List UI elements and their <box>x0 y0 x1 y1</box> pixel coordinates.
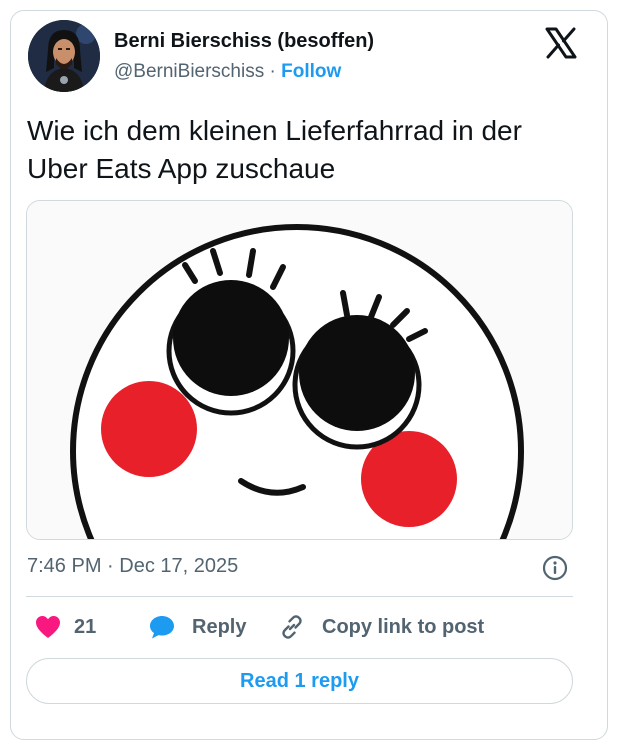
author-avatar[interactable] <box>28 20 100 92</box>
divider <box>26 596 573 597</box>
follow-button[interactable]: Follow <box>281 61 341 82</box>
tweet-timestamp[interactable]: 7:46 PM · Dec 17, 2025 <box>27 555 238 578</box>
author-handle[interactable]: @BerniBierschiss <box>114 61 264 82</box>
handle-separator: · <box>269 61 276 82</box>
speech-bubble-icon <box>148 614 176 640</box>
reply-button[interactable]: Reply <box>148 612 246 642</box>
x-logo-icon[interactable] <box>544 26 578 60</box>
tweet-date: Dec 17, 2025 <box>119 555 239 577</box>
link-icon <box>278 613 306 641</box>
like-count: 21 <box>74 615 97 638</box>
copy-link-label: Copy link to post <box>322 615 485 638</box>
read-replies-button[interactable]: Read 1 reply <box>26 658 573 704</box>
reply-label: Reply <box>192 615 247 638</box>
like-button[interactable]: 21 <box>34 612 96 642</box>
tweet-media-image[interactable] <box>26 200 573 540</box>
tweet-actions-bar: 21 Reply Copy link to post <box>26 612 573 642</box>
avatar-image <box>28 20 100 92</box>
read-replies-label: Read 1 reply <box>240 669 359 692</box>
timestamp-separator: · <box>107 555 114 577</box>
tweet-time: 7:46 PM <box>27 555 102 577</box>
author-handle-row: @BerniBierschiss · Follow <box>114 61 341 83</box>
info-icon[interactable] <box>542 555 568 581</box>
author-display-name[interactable]: Berni Bierschiss (besoffen) <box>114 30 374 53</box>
copy-link-button[interactable]: Copy link to post <box>278 612 484 642</box>
heart-icon <box>34 614 62 640</box>
smiling-face-image <box>27 201 572 539</box>
tweet-text: Wie ich dem kleinen Lieferfahrrad in der… <box>27 115 522 184</box>
